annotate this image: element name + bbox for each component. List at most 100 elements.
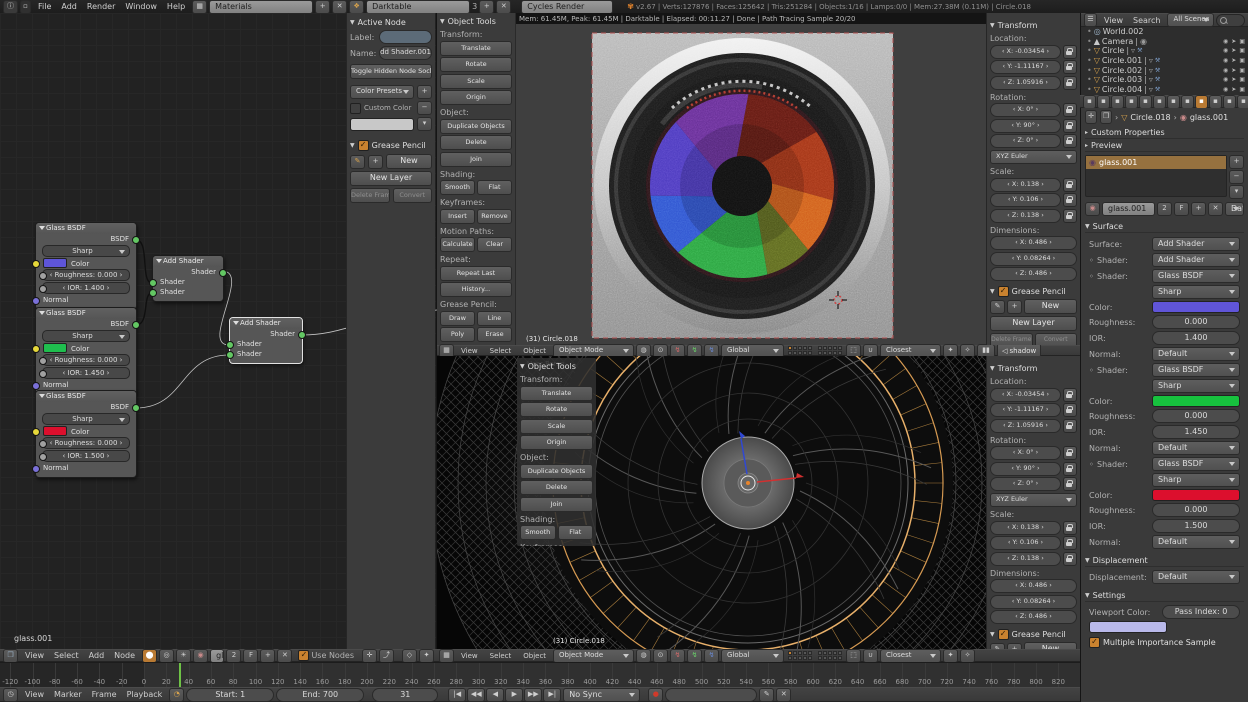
transform-field[interactable]: ‹ Z: 0° › (990, 477, 1061, 491)
lock-icon[interactable] (1063, 76, 1077, 90)
lock-icon[interactable] (1063, 388, 1077, 402)
color-row[interactable]: Color (36, 426, 136, 436)
tab-texture[interactable]: ▪ (1209, 95, 1222, 109)
tab-physics[interactable]: ▪ (1237, 95, 1248, 109)
visibility-eye-icon[interactable]: ◉ (1223, 38, 1228, 45)
visibility-eye-icon[interactable]: ◉ (1223, 57, 1228, 64)
outliner-item-name[interactable]: Circle.004 (1102, 85, 1142, 94)
timeline-ruler[interactable]: -120-100-80-60-40-2002040608010012014016… (0, 662, 1080, 687)
layer-cell[interactable] (838, 346, 842, 350)
gp-delete-frame-button[interactable]: Delete Frame (990, 333, 1033, 345)
jump-end-button[interactable]: ▶| (543, 688, 561, 702)
lock-icon[interactable] (1063, 403, 1077, 417)
custom-properties-panel[interactable]: Custom Properties (1091, 128, 1165, 137)
lock-icon[interactable] (1063, 178, 1077, 192)
material-browse-icon[interactable]: ◉ (193, 649, 208, 663)
shader-select[interactable]: Glass BSDF (1152, 269, 1240, 283)
add-gp-button[interactable]: + (1007, 643, 1022, 650)
shader-color-swatch[interactable] (1152, 489, 1240, 501)
use-nodes-checkbox[interactable]: ✓ (298, 650, 309, 661)
breadcrumb-object[interactable]: Circle.018 (1130, 113, 1170, 122)
lock-icon[interactable] (1063, 134, 1077, 148)
viewport-menu-object[interactable]: Object (518, 652, 551, 660)
current-frame-field[interactable]: 31 (372, 688, 438, 702)
expand-dot[interactable]: • (1087, 37, 1092, 46)
transform-field[interactable]: ‹ Z: 0.138 › (990, 552, 1061, 566)
transform-field[interactable]: ‹ X: 0.486 › (990, 236, 1077, 250)
layer-cell[interactable] (833, 656, 837, 660)
socket-l[interactable] (32, 260, 40, 268)
grease-pencil-checkbox[interactable]: ✓ (358, 140, 369, 151)
transform-field[interactable]: ‹ Z: 1.05916 › (990, 76, 1061, 90)
menu-help[interactable]: Help (162, 2, 190, 11)
roughness-slider[interactable]: 0.000 (1152, 409, 1240, 423)
lock-icon[interactable] (1063, 462, 1077, 476)
transform-field[interactable]: ‹ X: 0.138 › (990, 178, 1061, 192)
transform-field[interactable]: ‹ Y: 90° › (990, 119, 1061, 133)
layer-cell[interactable] (788, 346, 792, 350)
gp-new-button[interactable]: New (1024, 299, 1077, 314)
outliner-editor-icon[interactable]: ☰ (1084, 13, 1097, 27)
node-menu-node[interactable]: Node (109, 651, 140, 660)
layers-grid[interactable] (788, 651, 812, 660)
panel-grease-pencil[interactable]: ▼✓Grease Pencil (990, 285, 1077, 297)
color-swatch[interactable] (43, 258, 67, 268)
shelf-button-smooth[interactable]: Smooth (520, 525, 556, 540)
shelf-button-join[interactable]: Join (520, 497, 593, 512)
tool-shelf-title[interactable]: ▼Object Tools (520, 360, 593, 372)
expand-dot[interactable]: • (1087, 46, 1092, 55)
layer-cell[interactable] (798, 651, 802, 655)
keying-set-field[interactable] (665, 688, 757, 702)
shelf-button-translate[interactable]: Translate (520, 386, 593, 401)
shelf-button-scale[interactable]: Scale (520, 419, 593, 434)
outliner-item-name[interactable]: Circle.003 (1102, 75, 1142, 84)
viewport-color-swatch[interactable] (1089, 621, 1167, 633)
socket-l[interactable] (39, 370, 47, 378)
distribution-select[interactable]: Sharp (1152, 379, 1240, 393)
gp-delete-frame-button[interactable]: Delete Frame (350, 188, 390, 203)
socket-r[interactable] (219, 269, 227, 277)
lock-icon[interactable] (1063, 552, 1077, 566)
transform-field[interactable]: ‹ X: -0.03454 › (990, 388, 1061, 402)
node-label-field[interactable] (379, 30, 432, 44)
ior-slider[interactable]: ‹ IOR: 1.450 › (42, 367, 130, 379)
pin-id-icon[interactable]: ✛ (1085, 110, 1097, 124)
shelf-button-flat[interactable]: Flat (558, 525, 594, 540)
transform-field[interactable]: ‹ Y: -1.11167 › (990, 403, 1061, 417)
selectable-arrow-icon[interactable]: ➤ (1231, 76, 1236, 83)
layer-cell[interactable] (803, 656, 807, 660)
roughness-slider[interactable]: 0.000 (1152, 315, 1240, 329)
add-gp-button[interactable]: + (1007, 300, 1022, 314)
socket-l[interactable] (32, 428, 40, 436)
snap-magnet-icon[interactable]: ∪ (863, 649, 878, 663)
node-glass-bsdf[interactable]: Glass BSDFBSDFSharpColor‹ Roughness: 0.0… (35, 222, 137, 310)
surface-panel-title[interactable]: Surface (1093, 222, 1123, 231)
add-gp-button[interactable]: + (368, 155, 383, 169)
socket-r[interactable] (298, 331, 306, 339)
surface-select[interactable]: Add Shader (1152, 237, 1240, 251)
layer-cell[interactable] (793, 656, 797, 660)
lock-icon[interactable] (1063, 536, 1077, 550)
color-swatch[interactable] (43, 343, 67, 353)
wireframe-viewport[interactable]: User Persp (31) Circle.018 ▼Object Tools… (437, 356, 986, 649)
outliner-menu-search[interactable]: Search (1128, 16, 1165, 25)
viewport-editor-icon[interactable]: ▦ (439, 649, 454, 663)
material-slot-list[interactable]: ◉ glass.001 (1085, 155, 1227, 197)
layer-cell[interactable] (798, 346, 802, 350)
layer-cell[interactable] (793, 346, 797, 350)
expand-dot[interactable]: • (1087, 27, 1092, 36)
start-frame-field[interactable]: Start: 1 (186, 688, 274, 702)
layer-cell[interactable] (788, 351, 792, 355)
layer-cell[interactable] (838, 656, 842, 660)
lock-icon[interactable] (1063, 60, 1077, 74)
transform-field[interactable]: ‹ Y: 90° › (990, 462, 1061, 476)
normal-select[interactable]: Default (1152, 441, 1240, 455)
delete-layout-button[interactable]: ✕ (332, 0, 347, 14)
timeline-menu-frame[interactable]: Frame (87, 690, 122, 699)
color-presets-select[interactable]: Color Presets (350, 85, 414, 99)
pin-icon[interactable]: ✛ (362, 649, 377, 663)
new-material-button[interactable]: + (260, 649, 275, 663)
jump-start-button[interactable]: |◀ (448, 688, 466, 702)
gp-new-layer-button[interactable]: New Layer (350, 171, 432, 186)
shelf-button-clear[interactable]: Clear (477, 237, 512, 252)
